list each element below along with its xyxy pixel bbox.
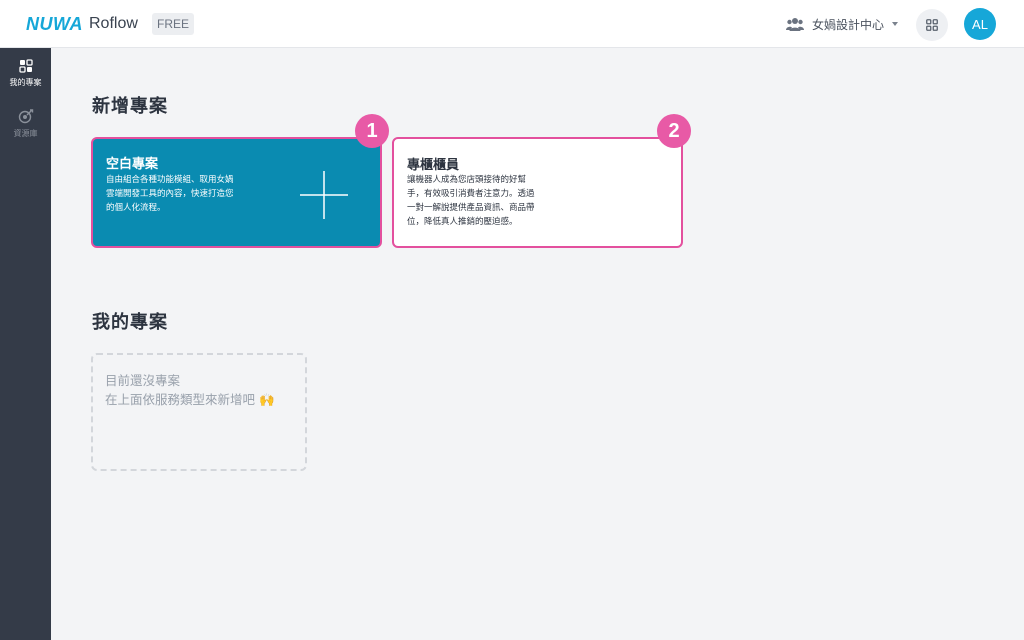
plus-icon: [300, 171, 348, 219]
step-badge-2: 2: [657, 114, 691, 148]
nuwa-logo-mark: NUWA: [26, 13, 83, 34]
empty-state-line: 目前還沒專案: [105, 373, 181, 388]
card-desc-line: 手，有效吸引消費者注意力。透過: [407, 189, 535, 199]
team-icon: [786, 18, 804, 31]
user-avatar[interactable]: AL: [964, 8, 996, 40]
caret-down-icon: [892, 22, 899, 26]
sidebar-item-label: 我的專案: [9, 78, 42, 87]
card-desc-line: 一對一解說提供產品資訊、商品帶: [407, 203, 535, 213]
empty-state-text: 目前還沒專案 在上面依服務類型來新增吧 🙌: [105, 371, 275, 409]
app-name: Roflow: [89, 15, 138, 32]
card-desc-line: 自由組合各種功能模組、取用女媧: [106, 175, 234, 185]
apps-menu-button[interactable]: [916, 9, 948, 41]
sidebar: 我的專案 資源庫: [0, 48, 51, 640]
plan-badge: FREE: [152, 13, 194, 35]
card-desc-line: 雲端開發工具的內容，快速打造您: [106, 189, 234, 199]
sidebar-item-my-projects[interactable]: 我的專案: [0, 59, 51, 103]
my-projects-heading: 我的專案: [92, 312, 168, 333]
sidebar-item-label: 資源庫: [13, 129, 38, 138]
app-logo[interactable]: NUWA Roflow: [26, 13, 138, 35]
resource-icon: [18, 109, 33, 124]
step-badge-1: 1: [355, 114, 389, 148]
card-desc-line: 的個人化流程。: [106, 203, 166, 213]
empty-projects-placeholder: 目前還沒專案 在上面依服務類型來新增吧 🙌: [91, 353, 307, 471]
empty-state-line: 在上面依服務類型來新增吧 🙌: [105, 392, 275, 407]
top-bar: NUWA Roflow FREE 女媧設計中心 AL: [0, 0, 1024, 48]
card-title: 專櫃櫃員: [407, 158, 460, 173]
apps-grid-icon: [926, 19, 938, 31]
card-desc-line: 讓機器人成為您店頭接待的好幫: [407, 175, 527, 185]
card-description: 讓機器人成為您店頭接待的好幫 手，有效吸引消費者注意力。透過 一對一解說提供產品…: [407, 173, 535, 229]
grid-icon: [18, 59, 33, 73]
card-title: 空白專案: [106, 157, 159, 172]
workspace-name: 女媧設計中心: [812, 17, 885, 32]
card-desc-line: 位，降低真人推銷的壓迫感。: [407, 217, 518, 227]
counter-clerk-card[interactable]: 專櫃櫃員 讓機器人成為您店頭接待的好幫 手，有效吸引消費者注意力。透過 一對一解…: [392, 137, 683, 248]
new-project-heading: 新增專案: [92, 96, 168, 117]
workspace-switcher[interactable]: 女媧設計中心: [786, 14, 899, 34]
blank-project-card[interactable]: 空白專案 自由組合各種功能模組、取用女媧 雲端開發工具的內容，快速打造您 的個人…: [91, 137, 382, 248]
card-description: 自由組合各種功能模組、取用女媧 雲端開發工具的內容，快速打造您 的個人化流程。: [106, 173, 234, 215]
sidebar-item-resources[interactable]: 資源庫: [0, 109, 51, 153]
